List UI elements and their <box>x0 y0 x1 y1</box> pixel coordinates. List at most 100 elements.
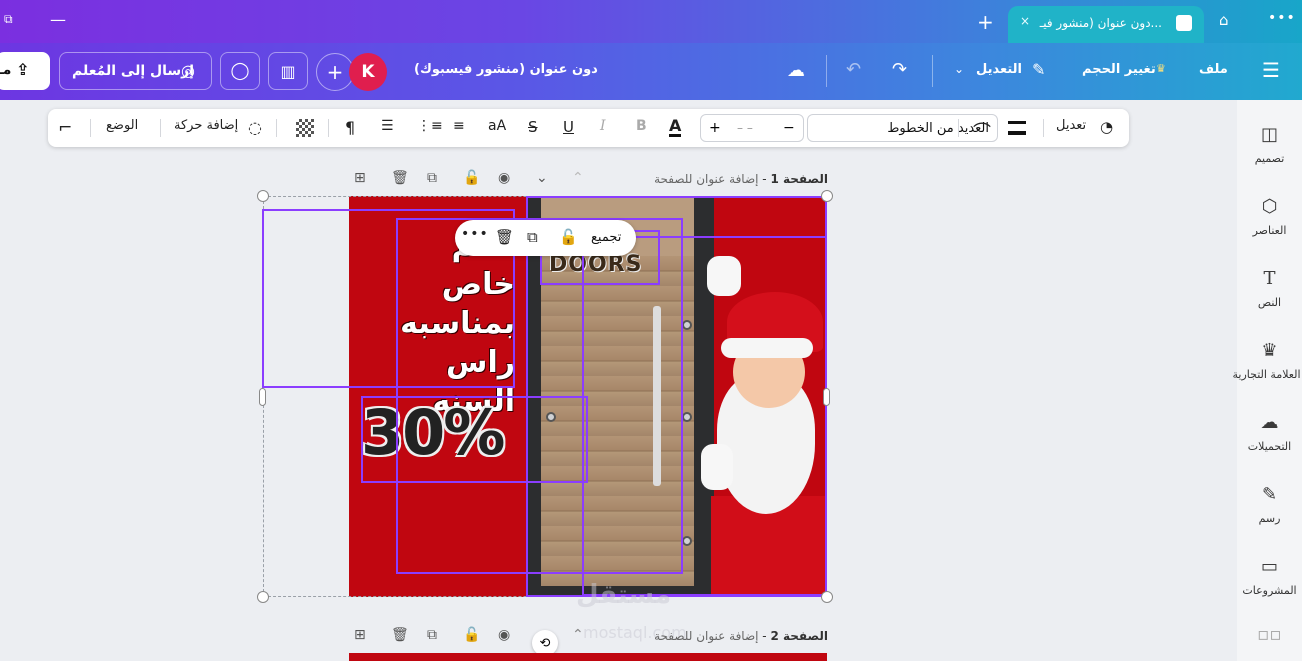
resize-handle[interactable] <box>259 388 266 406</box>
share-button[interactable]: ⇪ مـ <box>0 52 50 90</box>
page-2-title[interactable]: الصفحة 2 - إضافة عنوان للصفحة <box>654 629 828 643</box>
animate-icon: ◌ <box>248 118 262 137</box>
transparency-icon[interactable] <box>296 119 314 137</box>
strikethrough-button[interactable]: S <box>528 118 538 136</box>
lock-page-icon[interactable]: 🔓 <box>463 627 480 643</box>
more-options-icon[interactable]: ••• <box>461 226 489 242</box>
group-selection-outline <box>263 196 827 597</box>
page-2-header: ⊞ 🗑 ⧉ 🔓 ◉ ⌃ الصفحة 2 - إضافة عنوان للصفح… <box>352 627 830 647</box>
shapes-icon: ⬡ <box>1261 196 1278 217</box>
resize-handle[interactable] <box>823 388 830 406</box>
canva-favicon-icon <box>1176 15 1192 31</box>
resize-button[interactable]: تغيير الحجم ♛ <box>1080 52 1172 90</box>
tab-close-icon[interactable]: × <box>1020 14 1030 28</box>
sidebar-item-elements[interactable]: ⬡ العناصر <box>1237 196 1302 237</box>
sidebar-item-label: العناصر <box>1252 224 1287 237</box>
hide-page-icon[interactable]: ◉ <box>498 627 510 643</box>
sidebar-item-label: المشروعات <box>1242 584 1297 597</box>
underline-button[interactable]: U <box>563 118 574 136</box>
hide-page-icon[interactable]: ◉ <box>498 170 510 186</box>
duplicate-icon[interactable]: ⧉ <box>527 228 538 246</box>
align-center-icon[interactable]: ≡ <box>453 118 465 134</box>
sidebar-item-brand[interactable]: ♛ العلامة التجارية <box>1232 340 1302 381</box>
design-canvas-page-2[interactable] <box>349 653 827 661</box>
animate-button[interactable]: إضافة حركة <box>174 118 238 133</box>
sidebar-item-label: النص <box>1257 296 1282 309</box>
edit-mode-dropdown[interactable]: ⌄ التعديل ✎ <box>950 52 1056 90</box>
font-size-decrease-button[interactable]: − <box>783 120 795 136</box>
text-toolbar: ⌐ الوضع إضافة حركة ◌ ¶ ☰ ⋮≡ ≡ aA S U I B… <box>48 109 1129 147</box>
cloud-saved-icon[interactable]: ☁ <box>787 60 805 81</box>
sidebar-item-draw[interactable]: ✎ رسم <box>1237 484 1302 525</box>
crown-icon: ♛ <box>1156 62 1166 75</box>
position-button[interactable]: الوضع <box>106 118 138 133</box>
letter-case-button[interactable]: aA <box>488 118 506 134</box>
group-button[interactable]: تجميع <box>591 230 621 245</box>
file-menu[interactable]: ملف <box>1199 62 1228 77</box>
pencil-icon: ✎ <box>1032 60 1046 79</box>
sidebar-item-apps[interactable]: ▫▫ <box>1237 624 1302 646</box>
document-title[interactable]: دون عنوان (منشور فيسبوك) <box>414 62 598 77</box>
active-tab[interactable]: × دون عنوان (منشور فيـ... <box>1008 6 1204 43</box>
page-label: الصفحة 1 <box>770 172 828 186</box>
sidebar-item-text[interactable]: T النص <box>1237 268 1302 309</box>
delete-icon[interactable]: 🗑 <box>495 228 514 246</box>
sidebar-item-projects[interactable]: ▭ المشروعات <box>1237 556 1302 597</box>
cloud-upload-icon: ☁ <box>1260 412 1279 433</box>
delete-page-icon[interactable]: 🗑 <box>391 170 409 186</box>
browser-tab-bar: ⧉ — + × دون عنوان (منشور فيـ... ⌂ ••• <box>0 0 1302 43</box>
font-size-value[interactable]: – – <box>737 121 753 135</box>
spacing-icon[interactable]: ☰ <box>381 118 394 134</box>
italic-button[interactable]: I <box>600 118 606 134</box>
sidebar-item-label: التحميلات <box>1247 440 1292 453</box>
chevron-up-icon[interactable]: ⌃ <box>572 627 584 643</box>
send-to-teacher-button[interactable]: إرسال إلى المُعلم ◎ <box>59 52 212 90</box>
text-color-button[interactable]: A <box>669 118 682 137</box>
sidebar-item-label: تصميم <box>1254 152 1285 165</box>
minimize-icon[interactable]: — <box>50 10 66 29</box>
divider <box>276 119 277 137</box>
divider <box>90 119 91 137</box>
delete-page-icon[interactable]: 🗑 <box>391 627 409 643</box>
paint-format-icon[interactable]: ⌐ <box>58 118 72 138</box>
edit-image-button[interactable]: تعديل <box>1056 118 1086 133</box>
duplicate-page-icon[interactable]: ⧉ <box>427 170 437 186</box>
home-icon[interactable]: ⌂ <box>1219 11 1229 29</box>
border-style-icon[interactable] <box>1008 121 1026 135</box>
hamburger-menu-icon[interactable]: ☰ <box>1262 58 1280 82</box>
resize-handle[interactable] <box>821 190 833 202</box>
paragraph-direction-icon[interactable]: ¶ <box>345 118 355 137</box>
font-size-increase-button[interactable]: + <box>709 120 721 136</box>
tab-title: دون عنوان (منشور فيـ... <box>1039 16 1162 30</box>
insights-button[interactable]: ▥ <box>268 52 308 90</box>
undo-icon[interactable]: ↶ <box>846 59 861 80</box>
list-icon[interactable]: ⋮≡ <box>417 118 443 134</box>
divider <box>826 55 827 87</box>
sidebar-item-label: رسم <box>1258 512 1281 525</box>
lock-icon[interactable]: 🔓 <box>559 228 578 246</box>
right-sidebar: ◫ تصميم ⬡ العناصر T النص ♛ العلامة التجا… <box>1232 100 1302 661</box>
bold-button[interactable]: B <box>636 118 647 134</box>
comment-button[interactable]: ◯ <box>220 52 260 90</box>
font-family-select[interactable]: العديد من الخطوط <box>807 114 998 142</box>
corner-rounding-icon[interactable]: ⌒ <box>973 118 991 144</box>
restore-icon[interactable]: ⧉ <box>4 12 13 27</box>
duplicate-page-icon[interactable]: ⧉ <box>427 627 437 643</box>
resize-handle[interactable] <box>257 591 269 603</box>
comment-icon: ◯ <box>230 61 250 81</box>
add-page-icon[interactable]: ⊞ <box>354 170 366 186</box>
resize-handle[interactable] <box>821 591 833 603</box>
redo-icon[interactable]: ↷ <box>892 59 907 80</box>
page-1-title[interactable]: الصفحة 1 - إضافة عنوان للصفحة <box>654 172 828 186</box>
lock-page-icon[interactable]: 🔓 <box>463 170 480 186</box>
add-page-icon[interactable]: ⊞ <box>354 627 366 643</box>
chevron-down-icon[interactable]: ⌄ <box>536 170 548 186</box>
chevron-up-icon[interactable]: ⌃ <box>572 170 584 186</box>
sidebar-item-design[interactable]: ◫ تصميم <box>1237 124 1302 165</box>
avatar[interactable]: K <box>349 53 387 91</box>
sidebar-item-uploads[interactable]: ☁ التحميلات <box>1237 412 1302 453</box>
divider <box>958 119 959 137</box>
resize-handle[interactable] <box>257 190 269 202</box>
more-menu-icon[interactable]: ••• <box>1268 10 1296 26</box>
new-tab-button[interactable]: + <box>977 10 994 34</box>
